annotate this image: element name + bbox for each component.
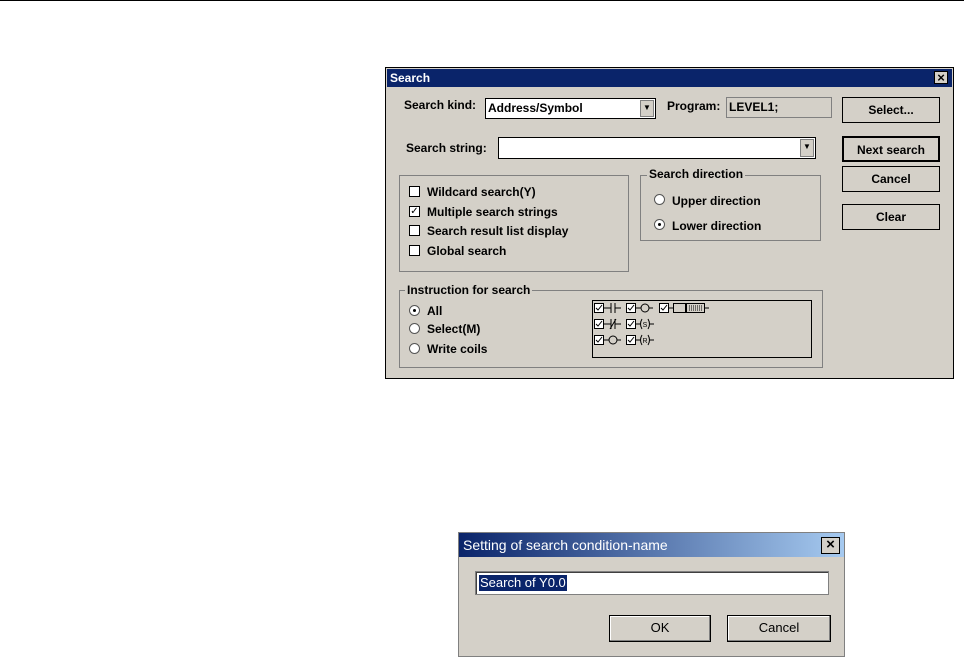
search-kind-value: Address/Symbol (488, 101, 583, 115)
lower-direction-label[interactable]: Lower direction (672, 219, 761, 233)
ok-button[interactable]: OK (609, 615, 711, 642)
multiple-search-strings-label[interactable]: Multiple search strings (427, 205, 558, 219)
all-label[interactable]: All (427, 304, 442, 318)
set-coil-icon[interactable] (626, 318, 655, 330)
chevron-down-icon[interactable]: ▼ (640, 100, 654, 117)
search-string-combobox[interactable]: ▼ (498, 137, 816, 159)
upper-direction-radio[interactable] (654, 194, 665, 205)
all-radio[interactable] (409, 305, 420, 316)
next-search-button[interactable]: Next search (842, 136, 940, 162)
search-kind-select[interactable]: Address/Symbol ▼ (485, 98, 656, 119)
wildcard-search-label[interactable]: Wildcard search(Y) (427, 185, 536, 199)
function-block-icon[interactable] (659, 303, 710, 313)
multiple-search-strings-checkbox[interactable]: ✓ (409, 206, 420, 217)
reset-coil-icon[interactable] (626, 334, 655, 346)
condition-name-value: Search of Y0.0 (479, 575, 567, 591)
cancel-button[interactable]: Cancel (842, 166, 940, 192)
output-coil-icon[interactable] (594, 335, 622, 345)
chevron-down-icon[interactable]: ▼ (800, 139, 814, 157)
coil-icon[interactable] (626, 303, 654, 313)
wildcard-search-checkbox[interactable] (409, 186, 420, 197)
search-dialog: Search × Search kind: Address/Symbol ▼ P… (385, 67, 954, 379)
instruction-symbol-panel: S R (592, 300, 812, 358)
instruction-title: Instruction for search (405, 283, 533, 297)
page-top-rule (0, 0, 964, 1)
result-list-display-checkbox[interactable] (409, 225, 420, 236)
global-search-label[interactable]: Global search (427, 244, 506, 258)
close-icon[interactable]: × (934, 71, 948, 84)
no-contact-icon[interactable] (594, 303, 622, 313)
close-icon[interactable]: × (821, 537, 840, 554)
search-kind-label: Search kind: (404, 98, 477, 112)
upper-direction-label[interactable]: Upper direction (672, 194, 761, 208)
condition-name-title: Setting of search condition-name (463, 537, 668, 553)
nc-contact-icon[interactable] (594, 318, 622, 330)
condition-name-dialog: Setting of search condition-name × Searc… (458, 532, 845, 657)
select-m-radio[interactable] (409, 323, 420, 334)
search-dialog-titlebar[interactable]: Search (387, 69, 952, 87)
result-list-display-label[interactable]: Search result list display (427, 224, 568, 238)
program-label: Program: (667, 99, 721, 113)
search-string-label: Search string: (406, 141, 487, 155)
write-coils-radio[interactable] (409, 343, 420, 354)
select-button[interactable]: Select... (842, 97, 940, 123)
condition-name-titlebar[interactable]: Setting of search condition-name (459, 533, 844, 557)
write-coils-label[interactable]: Write coils (427, 342, 487, 356)
condition-name-input[interactable]: Search of Y0.0 (475, 571, 829, 595)
search-dialog-title: Search (390, 71, 431, 85)
lower-direction-radio[interactable] (654, 219, 665, 230)
set-coil-letter: S (643, 322, 648, 329)
reset-coil-letter: R (642, 338, 647, 345)
cancel-button[interactable]: Cancel (727, 615, 831, 642)
ladder-symbols: S R (594, 303, 710, 346)
program-field: LEVEL1; (726, 97, 832, 118)
search-direction-title: Search direction (647, 167, 746, 181)
clear-button[interactable]: Clear (842, 204, 940, 230)
select-m-label[interactable]: Select(M) (427, 322, 480, 336)
global-search-checkbox[interactable] (409, 245, 420, 256)
